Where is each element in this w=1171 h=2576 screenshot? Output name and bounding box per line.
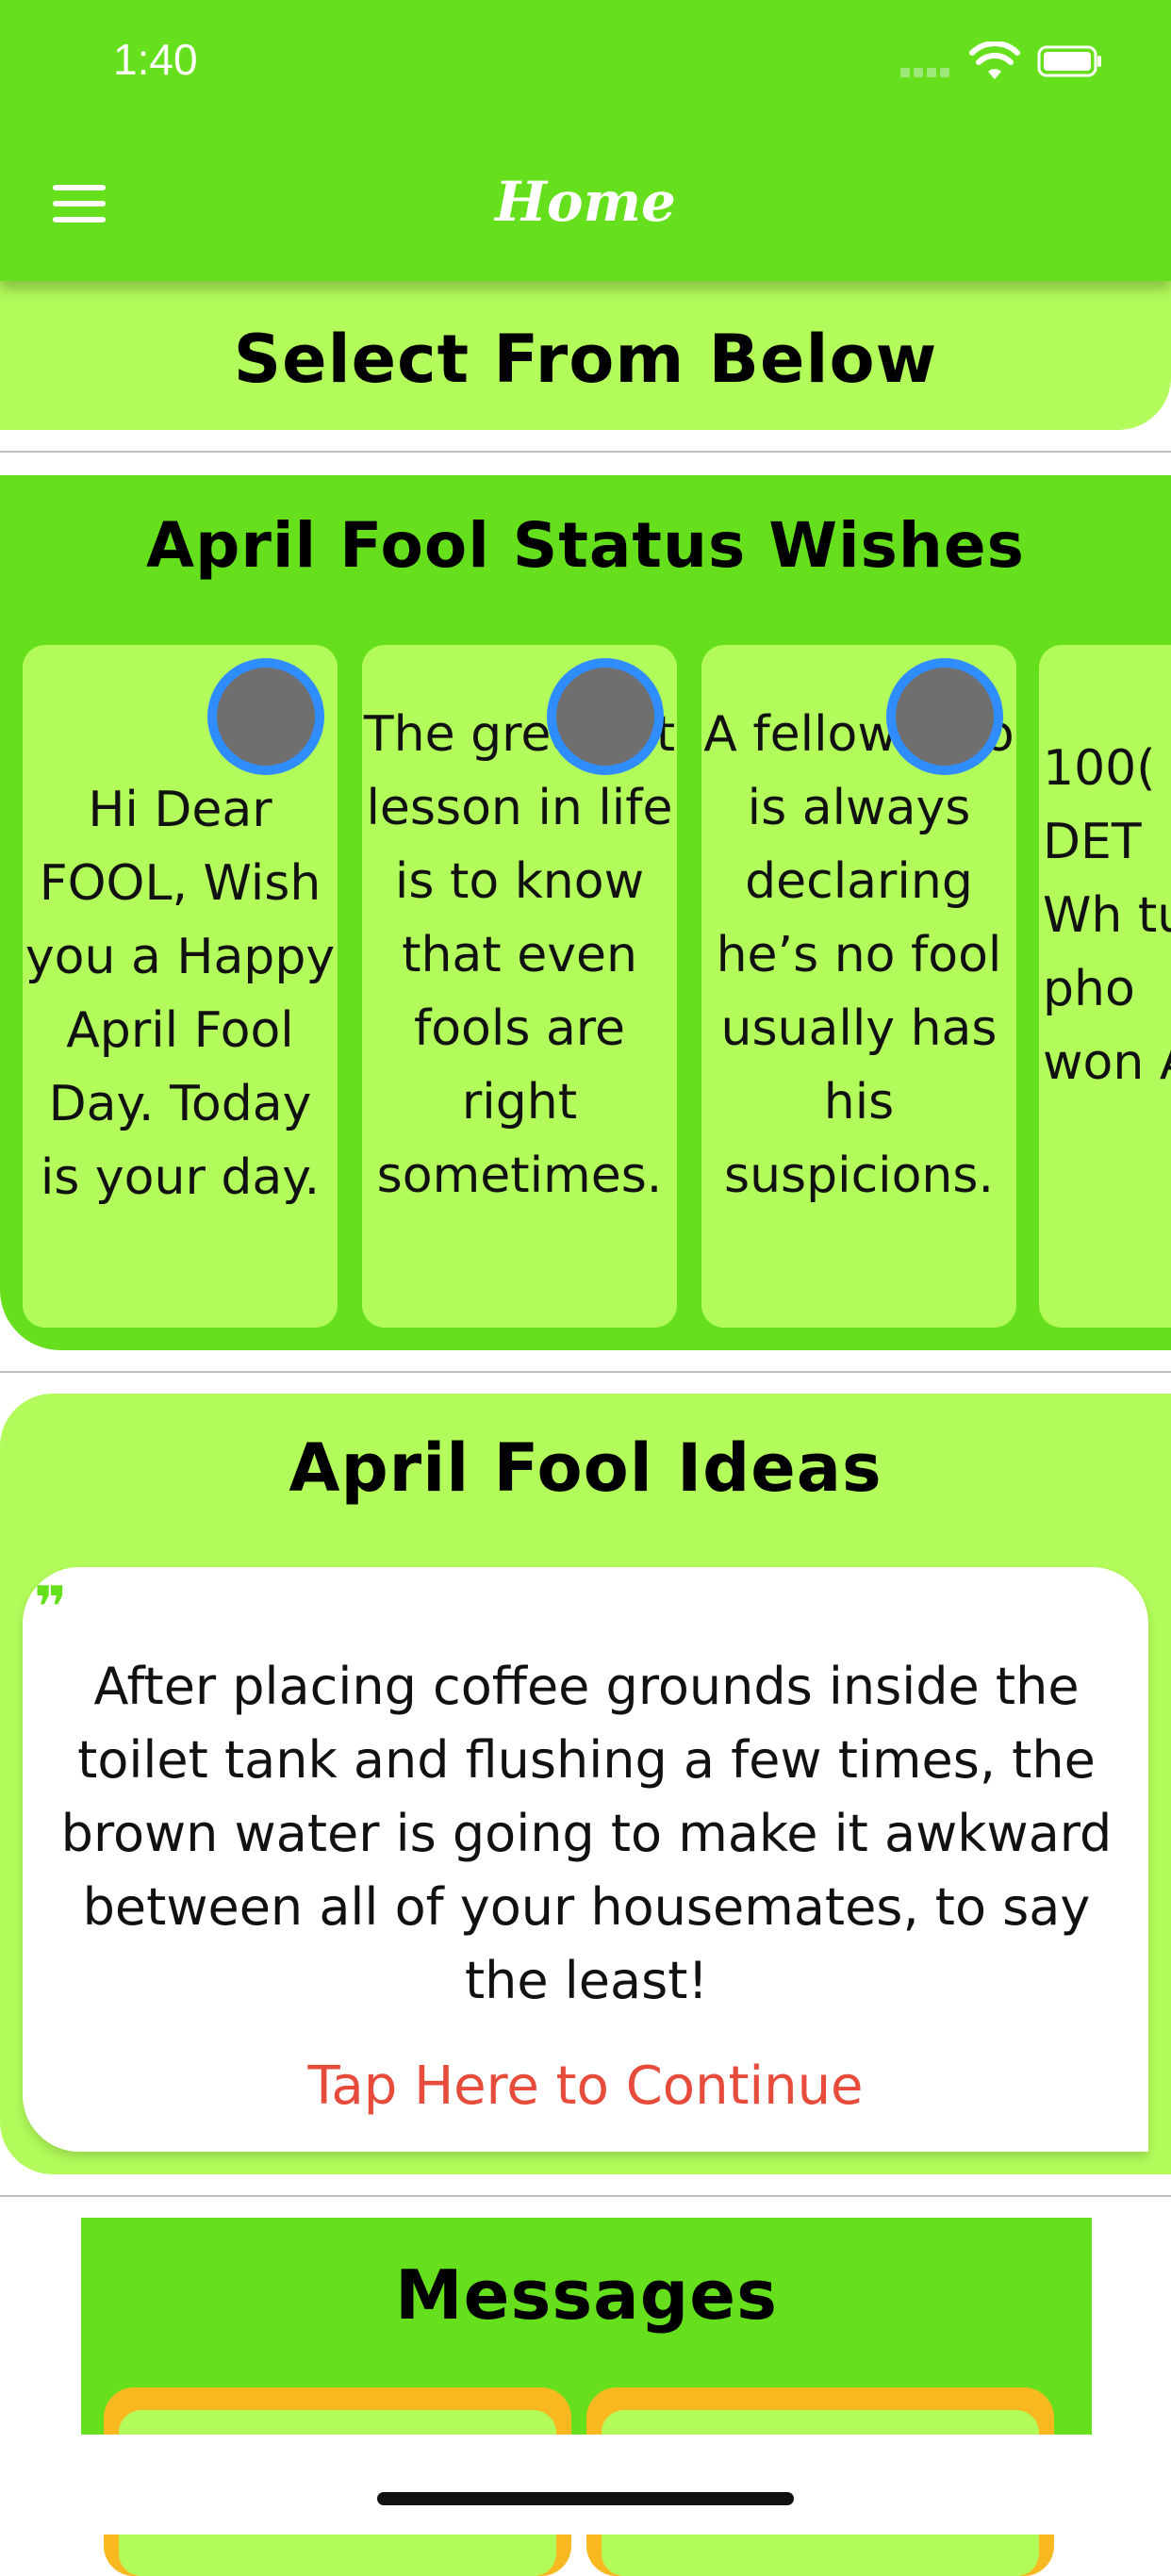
status-card-text: 100( DET Wh tur pho won A(	[1043, 740, 1171, 1091]
quote-icon: ❞	[34, 1575, 68, 1641]
avatar-icon	[886, 658, 1003, 775]
top-app-bar: 1:40 Home	[0, 0, 1171, 281]
status-card[interactable]: 100( DET Wh tur pho won A(	[1039, 645, 1171, 1328]
page-title: Home	[495, 170, 676, 234]
idea-quote-card[interactable]: ❞ After placing coffee grounds inside th…	[23, 1567, 1148, 2152]
select-banner-title: Select From Below	[233, 321, 938, 398]
status-time: 1:40	[113, 35, 198, 84]
wifi-icon	[969, 41, 1020, 79]
avatar-icon	[547, 658, 664, 775]
avatar-icon	[207, 658, 324, 775]
messages-title: Messages	[394, 2255, 778, 2335]
status-card-text: A fellow who is always declaring he’s no…	[703, 706, 1014, 1204]
status-wishes-title: April Fool Status Wishes	[146, 509, 1025, 582]
divider	[0, 2195, 1171, 2197]
status-wishes-section: April Fool Status Wishes Hi Dear FOOL, W…	[0, 475, 1171, 1350]
signal-icon	[900, 68, 953, 79]
battery-icon	[1037, 45, 1101, 77]
status-card-text: The greatest lesson in life is to know t…	[363, 706, 676, 1204]
divider	[0, 1371, 1171, 1373]
idea-text: After placing coffee grounds inside the …	[60, 1657, 1113, 2010]
divider	[0, 451, 1171, 453]
ideas-title: April Fool Ideas	[289, 1429, 882, 1507]
status-card-text: Hi Dear FOOL, Wish you a Happy April Foo…	[25, 782, 336, 1206]
home-indicator[interactable]	[377, 2492, 794, 2505]
select-banner: Select From Below	[0, 281, 1171, 430]
continue-link[interactable]: Tap Here to Continue	[23, 2056, 1148, 2117]
bottom-safe-area	[0, 2435, 1171, 2535]
